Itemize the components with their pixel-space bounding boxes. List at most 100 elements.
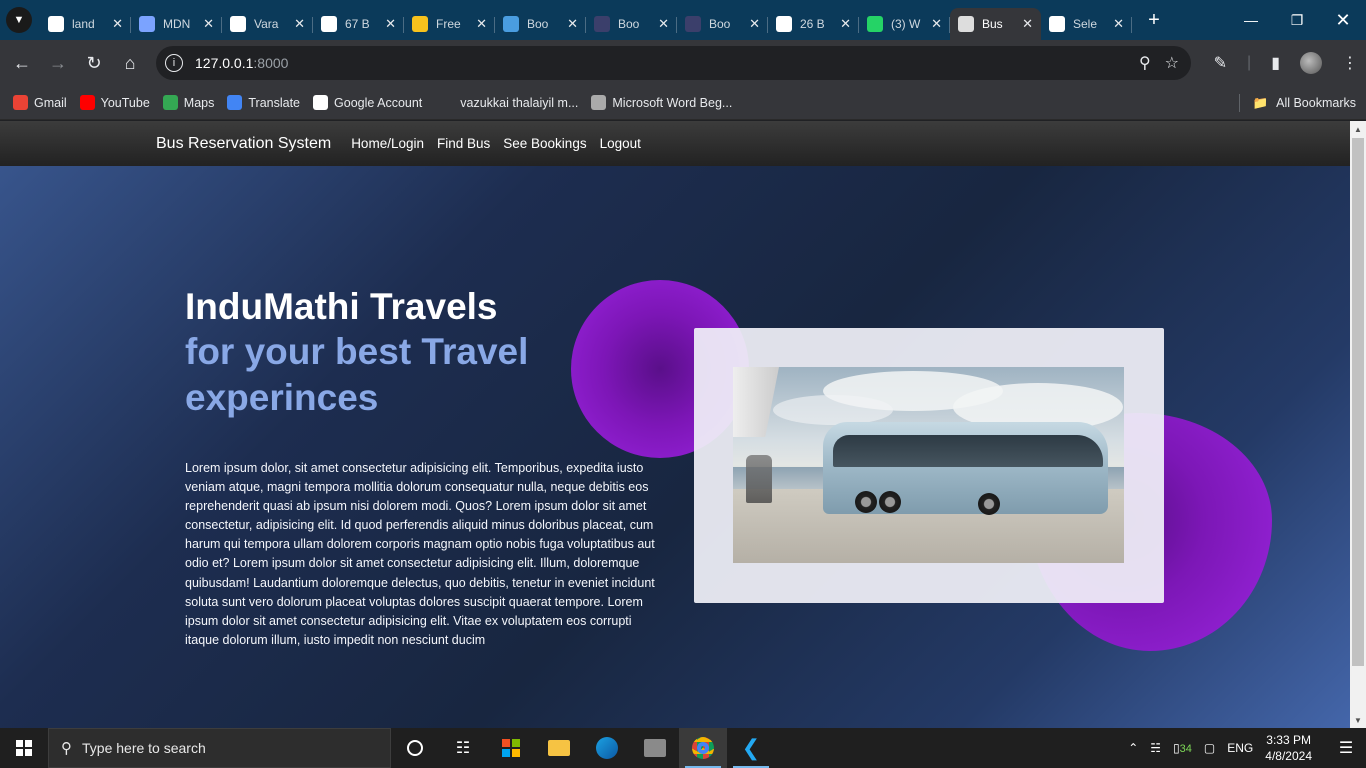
clock[interactable]: 3:33 PM 4/8/2024 bbox=[1265, 732, 1312, 764]
nav-link-see-bookings[interactable]: See Bookings bbox=[503, 136, 586, 151]
microsoft-store-icon[interactable] bbox=[487, 728, 535, 768]
wifi-icon[interactable]: ☵ bbox=[1150, 741, 1161, 755]
tab-close-icon[interactable]: ✕ bbox=[1113, 16, 1124, 32]
bookmark-star-icon[interactable]: ☆ bbox=[1165, 53, 1179, 73]
display-icon[interactable]: ▢ bbox=[1204, 741, 1215, 755]
browser-tab[interactable]: 26 B ✕ bbox=[768, 8, 859, 40]
tab-close-icon[interactable]: ✕ bbox=[840, 16, 851, 32]
reload-icon[interactable]: ↻ bbox=[76, 45, 112, 81]
battery-icon[interactable]: ▯34 bbox=[1173, 741, 1192, 755]
github-icon bbox=[230, 16, 246, 32]
bookmark-item[interactable]: Maps bbox=[162, 95, 215, 110]
tab-close-icon[interactable]: ✕ bbox=[294, 16, 305, 32]
forward-icon[interactable]: → bbox=[40, 45, 76, 81]
search-icon: ⚲ bbox=[61, 740, 72, 757]
language-indicator[interactable]: ENG bbox=[1227, 741, 1253, 755]
site-navbar: Bus Reservation System Home/Login Find Bu… bbox=[0, 121, 1350, 166]
task-view-icon[interactable]: ☷ bbox=[439, 728, 487, 768]
chrome-taskbar-icon[interactable] bbox=[679, 728, 727, 768]
bookmark-label: Maps bbox=[183, 95, 215, 110]
browser-tab[interactable]: Free ✕ bbox=[404, 8, 495, 40]
browser-tab[interactable]: Sele ✕ bbox=[1041, 8, 1132, 40]
cortana-icon[interactable] bbox=[391, 728, 439, 768]
tab-close-icon[interactable]: ✕ bbox=[1022, 16, 1033, 32]
back-icon[interactable]: ← bbox=[4, 45, 40, 81]
all-bookmarks-button[interactable]: 📁 All Bookmarks bbox=[1253, 86, 1356, 120]
bookmark-item[interactable]: YouTube bbox=[79, 95, 150, 110]
show-hidden-icons[interactable]: ⌃ bbox=[1128, 741, 1138, 755]
tab-title: (3) W bbox=[891, 17, 921, 31]
close-window-button[interactable]: ✕ bbox=[1320, 0, 1366, 40]
scroll-thumb[interactable] bbox=[1352, 138, 1364, 666]
tab-title: Boo bbox=[709, 17, 731, 31]
bookmark-item[interactable]: Microsoft Word Beg... bbox=[591, 95, 732, 110]
photos-app-icon[interactable] bbox=[631, 728, 679, 768]
tab-close-icon[interactable]: ✕ bbox=[931, 16, 942, 32]
clock-time: 3:33 PM bbox=[1266, 733, 1311, 747]
browser-tab[interactable]: Bus ✕ bbox=[950, 8, 1041, 40]
browser-tab[interactable]: Vara ✕ bbox=[222, 8, 313, 40]
url-text[interactable]: 127.0.0.1:8000 bbox=[195, 55, 288, 71]
translate-icon bbox=[227, 95, 243, 110]
bookmark-item[interactable]: vazukkai thalaiyil m... bbox=[460, 96, 578, 110]
extensions-icon[interactable]: ✎ bbox=[1214, 53, 1227, 73]
new-tab-button[interactable]: + bbox=[1140, 6, 1168, 34]
file-explorer-icon[interactable] bbox=[535, 728, 583, 768]
address-bar[interactable]: i 127.0.0.1:8000 ⚲ ☆ bbox=[156, 46, 1191, 80]
windows-taskbar: ⚲ Type here to search ☷ ❮ ⌃ ☵ ▯34 ▢ ENG … bbox=[0, 728, 1366, 768]
tab-title: Free bbox=[436, 17, 461, 31]
tab-close-icon[interactable]: ✕ bbox=[658, 16, 669, 32]
nav-link-find-bus[interactable]: Find Bus bbox=[437, 136, 490, 151]
browser-tab[interactable]: Boo ✕ bbox=[586, 8, 677, 40]
battery-level: 34 bbox=[1179, 743, 1192, 755]
browser-tab[interactable]: (3) W ✕ bbox=[859, 8, 950, 40]
nav-link-logout[interactable]: Logout bbox=[600, 136, 641, 151]
vscode-icon[interactable]: ❮ bbox=[727, 728, 775, 768]
page-scrollbar[interactable]: ▲ ▼ bbox=[1350, 121, 1366, 728]
taskbar-search[interactable]: ⚲ Type here to search bbox=[48, 728, 391, 768]
tab-title: MDN bbox=[163, 17, 191, 31]
tab-close-icon[interactable]: ✕ bbox=[749, 16, 760, 32]
hero-image-card bbox=[694, 328, 1164, 603]
nav-link-home-login[interactable]: Home/Login bbox=[351, 136, 424, 151]
tab-title: 67 B bbox=[345, 17, 370, 31]
start-button[interactable] bbox=[0, 728, 48, 768]
minimize-button[interactable]: — bbox=[1228, 0, 1274, 40]
scroll-down-arrow[interactable]: ▼ bbox=[1350, 712, 1366, 728]
scroll-up-arrow[interactable]: ▲ bbox=[1350, 121, 1366, 137]
home-icon[interactable]: ⌂ bbox=[112, 45, 148, 81]
bookmark-label: vazukkai thalaiyil m... bbox=[460, 95, 579, 110]
site-brand[interactable]: Bus Reservation System bbox=[156, 135, 331, 153]
browser-tab[interactable]: MDN ✕ bbox=[131, 8, 222, 40]
menu-kebab-icon[interactable]: ⋮ bbox=[1342, 53, 1358, 73]
maps-icon bbox=[162, 95, 178, 110]
tab-title: land bbox=[72, 17, 95, 31]
tab-close-icon[interactable]: ✕ bbox=[476, 16, 487, 32]
browser-tab[interactable]: Boo ✕ bbox=[495, 8, 586, 40]
site-info-icon[interactable]: i bbox=[165, 54, 183, 72]
tab-close-icon[interactable]: ✕ bbox=[112, 16, 123, 32]
tab-search-button[interactable]: ▼ bbox=[6, 7, 32, 33]
bookmark-item[interactable]: Gmail bbox=[13, 95, 67, 110]
bookmark-item[interactable]: Translate bbox=[227, 95, 300, 110]
tab-title: Vara bbox=[254, 17, 279, 31]
side-panel-icon[interactable]: ▮ bbox=[1271, 53, 1280, 73]
tab-close-icon[interactable]: ✕ bbox=[203, 16, 214, 32]
restore-button[interactable]: ❐ bbox=[1274, 0, 1320, 40]
tab-close-icon[interactable]: ✕ bbox=[385, 16, 396, 32]
bookmark-item[interactable]: Google Account bbox=[313, 95, 422, 110]
browser-tab[interactable]: 67 B ✕ bbox=[313, 8, 404, 40]
notification-icon[interactable]: ☰ bbox=[1326, 728, 1366, 768]
all-bookmarks-label: All Bookmarks bbox=[1276, 96, 1356, 110]
browser-tab[interactable]: land ✕ bbox=[40, 8, 131, 40]
zoom-icon[interactable]: ⚲ bbox=[1139, 53, 1151, 73]
hero-subtitle: for your best Travel experinces bbox=[185, 331, 529, 418]
browser-tab[interactable]: Boo ✕ bbox=[677, 8, 768, 40]
windows-icon bbox=[16, 740, 32, 756]
edge-icon[interactable] bbox=[583, 728, 631, 768]
bootstrap-icon bbox=[503, 16, 519, 32]
profile-avatar[interactable] bbox=[1300, 52, 1322, 74]
tab-close-icon[interactable]: ✕ bbox=[567, 16, 578, 32]
site-nav-links: Home/Login Find Bus See Bookings Logout bbox=[351, 136, 641, 151]
bookmark-label: Gmail bbox=[34, 95, 67, 110]
